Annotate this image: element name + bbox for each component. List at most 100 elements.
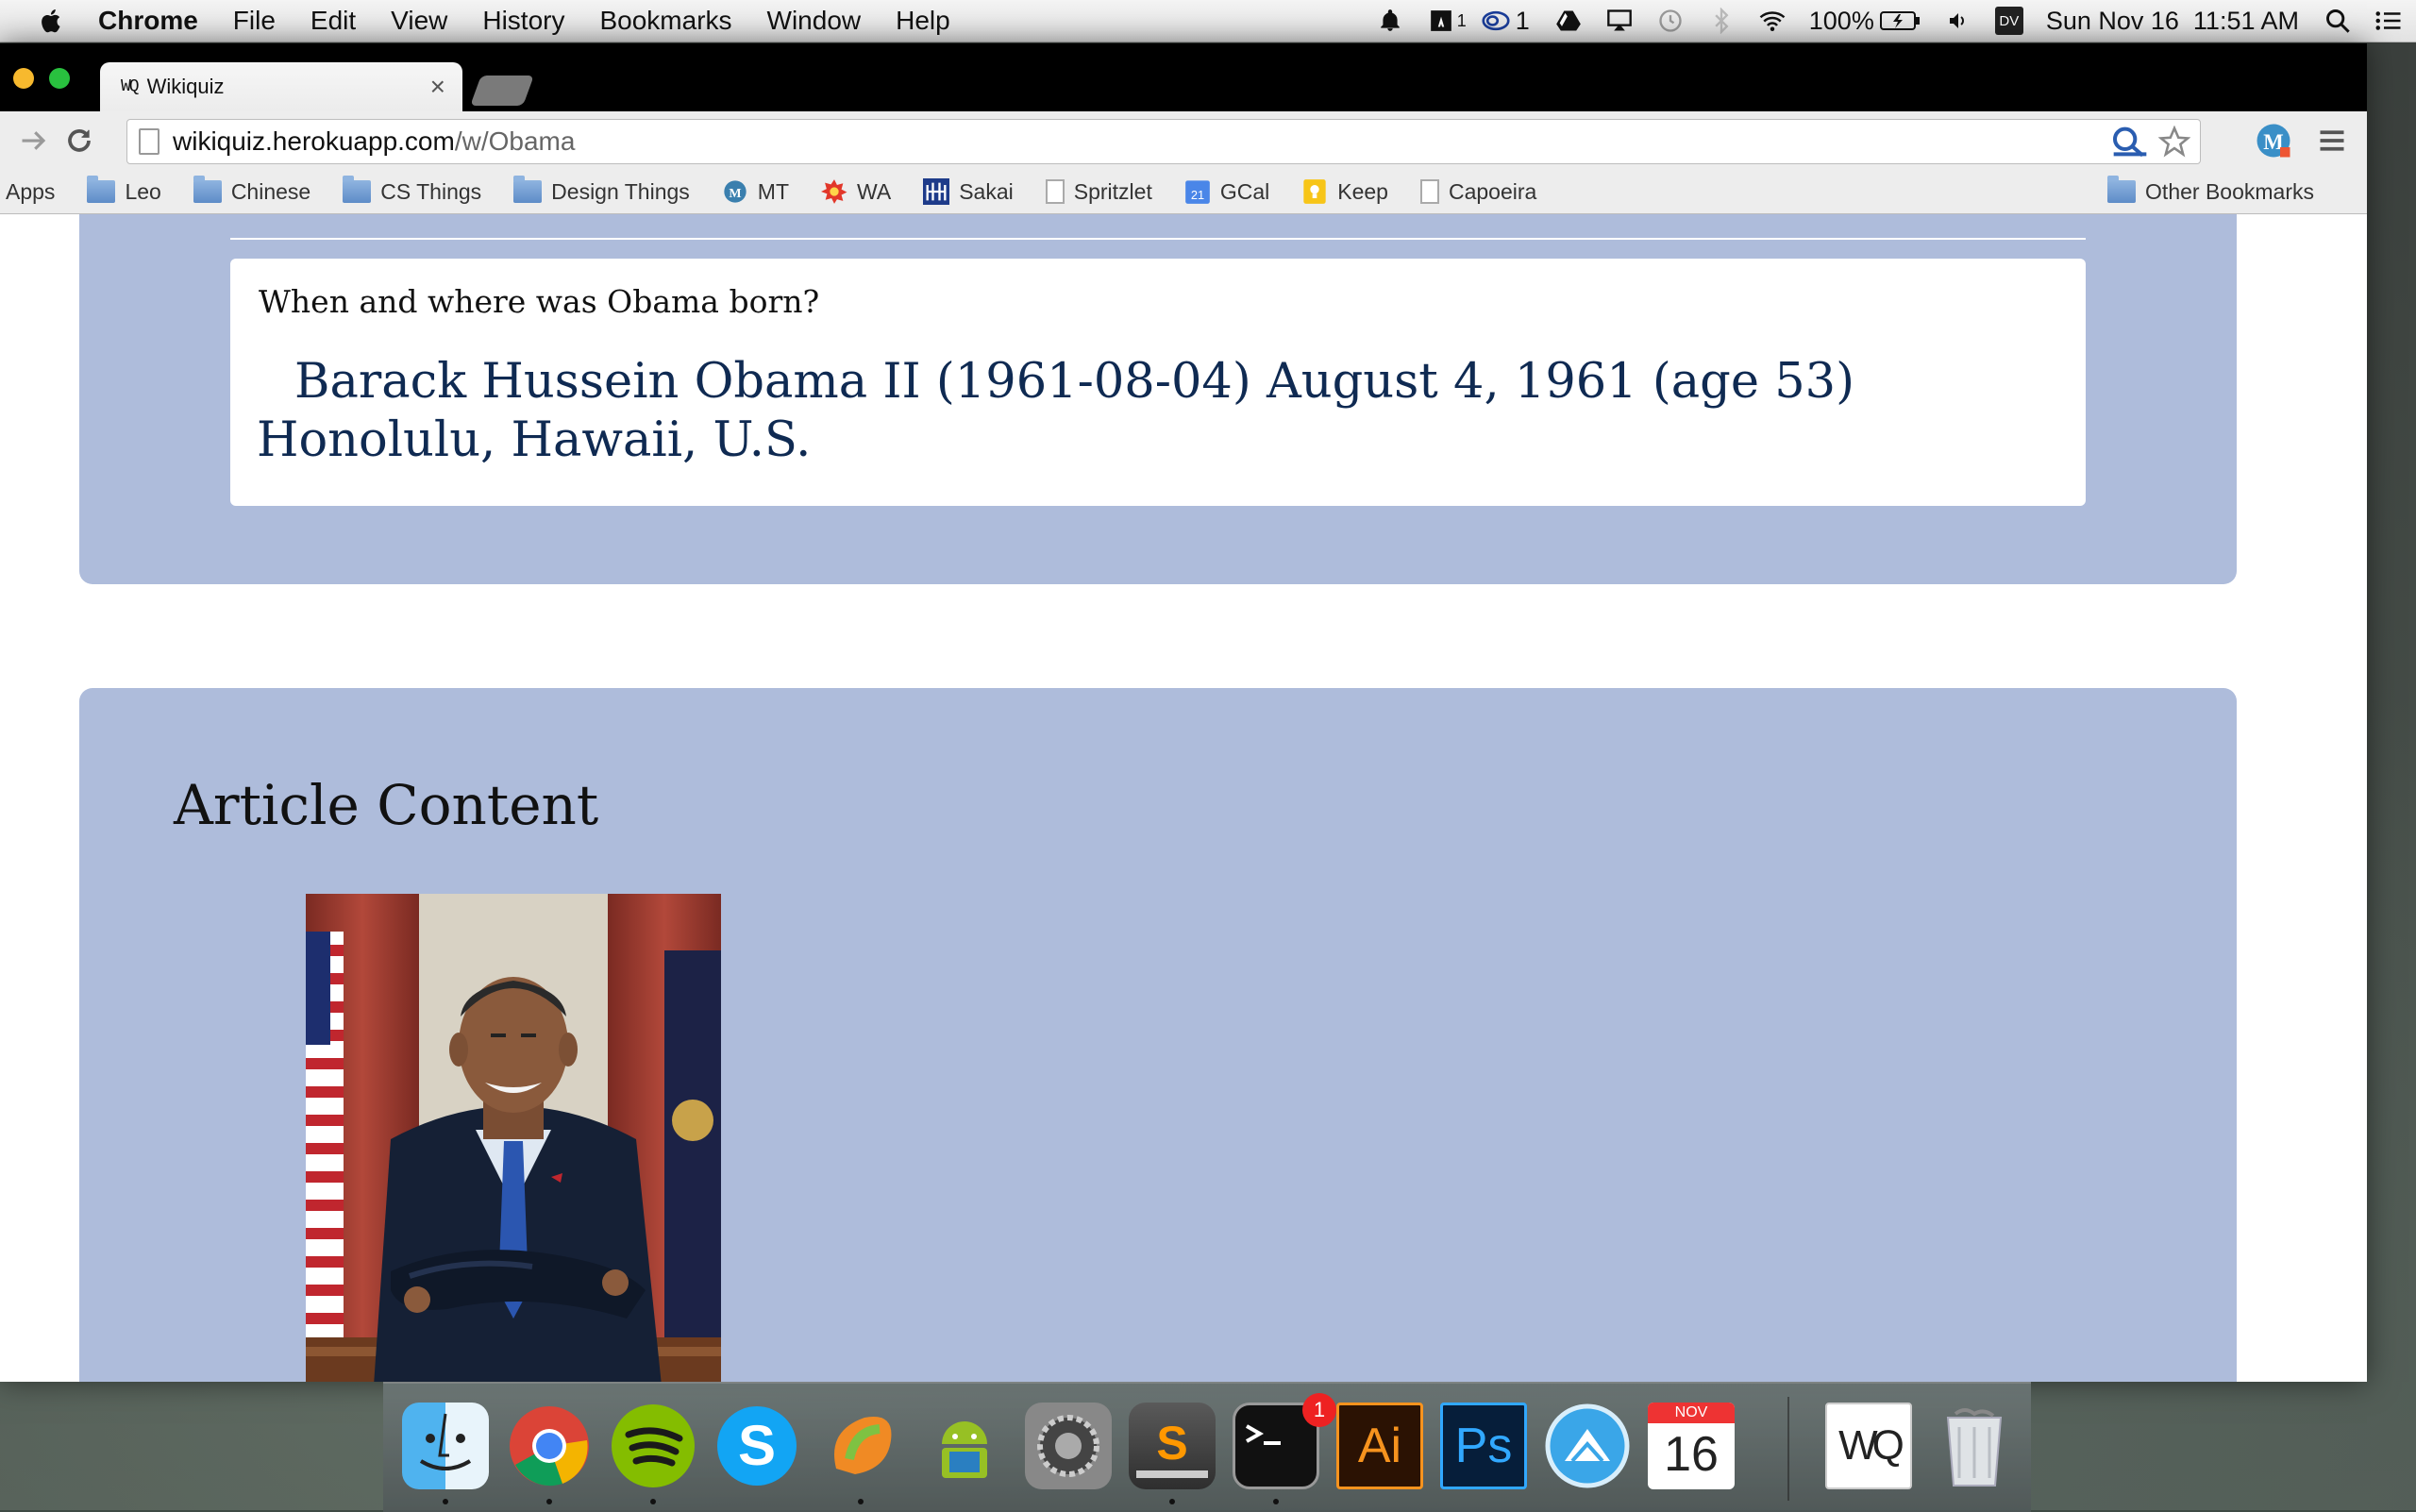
new-tab-button[interactable] xyxy=(470,76,534,106)
chrome-dock-icon[interactable] xyxy=(506,1403,593,1489)
time-machine-icon[interactable] xyxy=(1656,7,1685,35)
battery-percent: 100% xyxy=(1808,6,1874,35)
skype-icon[interactable]: S xyxy=(713,1403,800,1489)
tab-strip: WQ Wikiquiz × xyxy=(0,43,2367,111)
bluetooth-icon[interactable] xyxy=(1707,7,1736,35)
extension-m-icon[interactable]: M xyxy=(2254,121,2293,160)
spotify-icon[interactable] xyxy=(610,1403,696,1489)
bookmark-capoeira[interactable]: Capoeira xyxy=(1419,179,1536,205)
trash-icon[interactable] xyxy=(1931,1403,2018,1489)
bookmark-chinese[interactable]: Chinese xyxy=(193,176,311,205)
phpstorm-running-dot xyxy=(858,1499,864,1504)
bookmark-mt[interactable]: M MT xyxy=(722,178,789,205)
bookmark-cs-things[interactable]: CS Things xyxy=(343,176,482,205)
apple-menu-icon[interactable] xyxy=(38,7,66,35)
article-portrait-image xyxy=(306,894,721,1382)
answer-text: Barack Hussein Obama II (1961-08-04) Aug… xyxy=(257,354,1855,468)
photoshop-icon[interactable]: Ps xyxy=(1440,1403,1527,1489)
adobe-icon[interactable] xyxy=(1427,7,1455,35)
sublime-running-dot xyxy=(1169,1499,1175,1504)
bookmark-sakai[interactable]: Sakai xyxy=(923,178,1014,205)
menu-view[interactable]: View xyxy=(391,6,447,36)
menu-help[interactable]: Help xyxy=(896,6,950,36)
folder-icon xyxy=(343,176,372,203)
terminal-badge-count: 1 xyxy=(1313,1398,1326,1421)
bookmark-chinese-label: Chinese xyxy=(230,178,311,204)
android-studio-icon[interactable] xyxy=(921,1403,1008,1489)
illustrator-icon[interactable]: Ai xyxy=(1336,1403,1423,1489)
svg-text:21: 21 xyxy=(1191,188,1204,202)
window-minimize-button[interactable] xyxy=(13,68,34,89)
svg-text:S: S xyxy=(1156,1417,1187,1470)
notification-center-icon[interactable] xyxy=(2374,7,2403,35)
zoom-magnifier-icon[interactable] xyxy=(2111,126,2149,157)
chrome-menu-icon[interactable] xyxy=(2312,121,2352,160)
menu-bookmarks[interactable]: Bookmarks xyxy=(599,6,731,36)
tab-title: Wikiquiz xyxy=(146,75,225,98)
creative-cloud-icon[interactable] xyxy=(1482,7,1510,35)
forward-arrow-icon[interactable] xyxy=(17,124,51,158)
menubar-status-area: 1 1 100% DV Sun Nov 16 11:51 AM xyxy=(1376,0,2416,42)
bookmark-spritzlet-label: Spritzlet xyxy=(1073,178,1152,204)
bookmark-other-bookmarks[interactable]: Other Bookmarks xyxy=(2107,170,2314,213)
phpstorm-icon[interactable] xyxy=(817,1403,904,1489)
tab-wikiquiz[interactable]: WQ Wikiquiz × xyxy=(100,62,462,111)
bookmark-spritzlet[interactable]: Spritzlet xyxy=(1045,178,1152,205)
mail-app-icon[interactable] xyxy=(1544,1403,1631,1489)
terminal-running-dot xyxy=(1273,1499,1279,1504)
bookmark-cs-things-label: CS Things xyxy=(380,178,482,204)
bookmark-leo[interactable]: Leo xyxy=(87,176,161,205)
svg-text:S: S xyxy=(738,1414,776,1477)
bookmark-other-label: Other Bookmarks xyxy=(2145,178,2314,204)
reload-icon[interactable] xyxy=(62,124,96,158)
tab-close-icon[interactable]: × xyxy=(430,72,445,102)
browser-toolbar: wikiquiz.herokuapp.com/w/Obama M xyxy=(0,111,2367,170)
sublime-text-icon[interactable]: S xyxy=(1129,1403,1216,1489)
bookmark-design-things-label: Design Things xyxy=(551,178,690,204)
menu-window[interactable]: Window xyxy=(767,6,862,36)
portrait-illustration xyxy=(306,894,721,1382)
notification-bell-icon[interactable] xyxy=(1376,7,1404,35)
battery-charging-icon[interactable] xyxy=(1879,7,1921,35)
bookmark-keep[interactable]: Keep xyxy=(1301,178,1388,205)
menu-app-name[interactable]: Chrome xyxy=(98,6,198,36)
airplay-icon[interactable] xyxy=(1605,7,1634,35)
spotlight-search-icon[interactable] xyxy=(2324,7,2352,35)
menu-history[interactable]: History xyxy=(482,6,564,36)
google-drive-icon[interactable] xyxy=(1554,7,1583,35)
finder-icon[interactable] xyxy=(402,1403,489,1489)
sakai-icon xyxy=(923,178,950,205)
menu-file[interactable]: File xyxy=(233,6,276,36)
bookmark-design-things[interactable]: Design Things xyxy=(513,176,690,205)
calendar-dock-icon[interactable]: NOV 16 xyxy=(1648,1403,1735,1489)
bookmark-star-icon[interactable] xyxy=(2158,126,2190,158)
quiz-panel: When and where was Obama born? Barack Hu… xyxy=(79,214,2237,584)
bookmark-gcal[interactable]: 21 GCal xyxy=(1184,178,1269,205)
tab-favicon: WQ xyxy=(121,77,140,96)
bookmark-apps[interactable]: Apps xyxy=(6,179,55,205)
keep-icon xyxy=(1303,179,1326,204)
svg-text:M: M xyxy=(729,187,741,201)
article-heading: Article Content xyxy=(174,773,599,837)
page-icon xyxy=(1045,179,1065,204)
dv-app-icon[interactable]: DV xyxy=(1994,7,2023,35)
volume-icon[interactable] xyxy=(1944,7,1972,35)
spotify-running-dot xyxy=(650,1499,656,1504)
qa-card: When and where was Obama born? Barack Hu… xyxy=(230,259,2086,506)
calendar-month-band: NOV xyxy=(1648,1403,1735,1423)
mac-menubar: Chrome File Edit View History Bookmarks … xyxy=(0,0,2416,42)
bookmark-wa[interactable]: WA xyxy=(821,178,891,205)
wolfram-icon xyxy=(821,179,847,204)
wifi-icon[interactable] xyxy=(1758,7,1787,35)
address-bar[interactable]: wikiquiz.herokuapp.com/w/Obama xyxy=(126,119,2201,164)
window-zoom-button[interactable] xyxy=(49,68,70,89)
dv-app-label: DV xyxy=(1999,12,2020,29)
wikiquiz-doc-icon[interactable]: WQ xyxy=(1825,1403,1912,1489)
url-path: /w/Obama xyxy=(454,126,576,156)
clock-datetime[interactable]: Sun Nov 16 11:51 AM xyxy=(2046,7,2299,36)
bookmarks-bar: Apps Leo Chinese CS Things Design Things… xyxy=(0,170,2367,214)
system-preferences-icon[interactable] xyxy=(1025,1403,1112,1489)
url-host: wikiquiz.herokuapp.com xyxy=(173,126,455,156)
menu-edit[interactable]: Edit xyxy=(310,6,356,36)
bookmark-sakai-label: Sakai xyxy=(959,178,1014,204)
